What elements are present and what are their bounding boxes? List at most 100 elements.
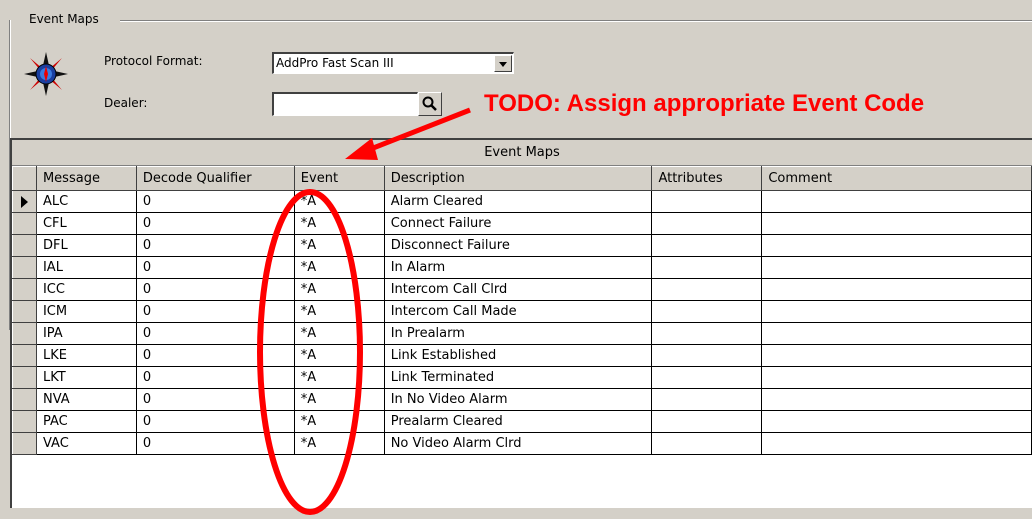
attributes-cell[interactable]: [651, 388, 763, 411]
event-cell[interactable]: *A: [294, 344, 385, 367]
row-indicator[interactable]: [12, 212, 37, 235]
description-cell[interactable]: In No Video Alarm: [384, 388, 653, 411]
comment-cell[interactable]: [761, 410, 1032, 433]
table-row[interactable]: DFL 0 *A Disconnect Failure: [12, 234, 1032, 257]
qualifier-cell[interactable]: 0: [136, 212, 295, 235]
attributes-cell[interactable]: [651, 234, 763, 257]
attributes-cell[interactable]: [651, 212, 763, 235]
column-header-comment[interactable]: Comment: [761, 166, 1032, 191]
event-cell[interactable]: *A: [294, 190, 385, 213]
attributes-cell[interactable]: [651, 278, 763, 301]
row-indicator[interactable]: [12, 190, 37, 213]
comment-cell[interactable]: [761, 322, 1032, 345]
row-indicator[interactable]: [12, 410, 37, 433]
comment-cell[interactable]: [761, 366, 1032, 389]
qualifier-cell[interactable]: 0: [136, 234, 295, 257]
column-header-attributes[interactable]: Attributes: [651, 166, 763, 191]
event-cell[interactable]: *A: [294, 278, 385, 301]
description-cell[interactable]: Disconnect Failure: [384, 234, 653, 257]
row-indicator[interactable]: [12, 322, 37, 345]
event-cell[interactable]: *A: [294, 256, 385, 279]
dealer-input[interactable]: [272, 92, 418, 116]
column-header-event[interactable]: Event: [293, 166, 385, 191]
comment-cell[interactable]: [761, 256, 1032, 279]
description-cell[interactable]: Intercom Call Made: [384, 300, 653, 323]
attributes-cell[interactable]: [651, 322, 763, 345]
comment-cell[interactable]: [761, 300, 1032, 323]
comment-cell[interactable]: [761, 432, 1032, 455]
event-cell[interactable]: *A: [294, 322, 385, 345]
qualifier-cell[interactable]: 0: [136, 344, 295, 367]
message-cell[interactable]: IAL: [36, 256, 137, 279]
table-row[interactable]: NVA 0 *A In No Video Alarm: [12, 388, 1032, 411]
message-cell[interactable]: CFL: [36, 212, 137, 235]
protocol-format-select[interactable]: AddPro Fast Scan III: [272, 52, 514, 74]
description-cell[interactable]: No Video Alarm Clrd: [384, 432, 653, 455]
event-cell[interactable]: *A: [294, 234, 385, 257]
event-maps-grid[interactable]: Event Maps Message Decode Qualifier Even…: [10, 138, 1032, 508]
table-row[interactable]: ICC 0 *A Intercom Call Clrd: [12, 278, 1032, 301]
column-header-decode-qualifier[interactable]: Decode Qualifier: [135, 166, 295, 191]
description-cell[interactable]: Alarm Cleared: [384, 190, 653, 213]
event-cell[interactable]: *A: [294, 300, 385, 323]
qualifier-cell[interactable]: 0: [136, 256, 295, 279]
event-cell[interactable]: *A: [294, 410, 385, 433]
message-cell[interactable]: ICC: [36, 278, 137, 301]
table-row[interactable]: CFL 0 *A Connect Failure: [12, 212, 1032, 235]
message-cell[interactable]: NVA: [36, 388, 137, 411]
message-cell[interactable]: IPA: [36, 322, 137, 345]
table-row[interactable]: IAL 0 *A In Alarm: [12, 256, 1032, 279]
description-cell[interactable]: In Prealarm: [384, 322, 653, 345]
event-cell[interactable]: *A: [294, 366, 385, 389]
qualifier-cell[interactable]: 0: [136, 322, 295, 345]
description-cell[interactable]: Prealarm Cleared: [384, 410, 653, 433]
row-indicator[interactable]: [12, 432, 37, 455]
table-row[interactable]: PAC 0 *A Prealarm Cleared: [12, 410, 1032, 433]
column-header-message[interactable]: Message: [35, 166, 137, 191]
attributes-cell[interactable]: [651, 410, 763, 433]
message-cell[interactable]: ICM: [36, 300, 137, 323]
table-row[interactable]: LKT 0 *A Link Terminated: [12, 366, 1032, 389]
message-cell[interactable]: LKT: [36, 366, 137, 389]
message-cell[interactable]: VAC: [36, 432, 137, 455]
message-cell[interactable]: ALC: [36, 190, 137, 213]
attributes-cell[interactable]: [651, 366, 763, 389]
row-indicator[interactable]: [12, 256, 37, 279]
message-cell[interactable]: LKE: [36, 344, 137, 367]
qualifier-cell[interactable]: 0: [136, 278, 295, 301]
attributes-cell[interactable]: [651, 190, 763, 213]
description-cell[interactable]: Connect Failure: [384, 212, 653, 235]
dealer-search-button[interactable]: [418, 92, 442, 116]
table-row[interactable]: VAC 0 *A No Video Alarm Clrd: [12, 432, 1032, 455]
table-row[interactable]: ICM 0 *A Intercom Call Made: [12, 300, 1032, 323]
comment-cell[interactable]: [761, 190, 1032, 213]
comment-cell[interactable]: [761, 278, 1032, 301]
event-cell[interactable]: *A: [294, 432, 385, 455]
message-cell[interactable]: DFL: [36, 234, 137, 257]
attributes-cell[interactable]: [651, 432, 763, 455]
attributes-cell[interactable]: [651, 344, 763, 367]
row-indicator[interactable]: [12, 278, 37, 301]
qualifier-cell[interactable]: 0: [136, 190, 295, 213]
comment-cell[interactable]: [761, 344, 1032, 367]
qualifier-cell[interactable]: 0: [136, 410, 295, 433]
row-indicator[interactable]: [12, 300, 37, 323]
qualifier-cell[interactable]: 0: [136, 388, 295, 411]
row-indicator[interactable]: [12, 388, 37, 411]
row-indicator[interactable]: [12, 344, 37, 367]
comment-cell[interactable]: [761, 388, 1032, 411]
table-row[interactable]: LKE 0 *A Link Established: [12, 344, 1032, 367]
row-indicator[interactable]: [12, 366, 37, 389]
attributes-cell[interactable]: [651, 300, 763, 323]
table-row[interactable]: ALC 0 *A Alarm Cleared: [12, 190, 1032, 213]
description-cell[interactable]: Intercom Call Clrd: [384, 278, 653, 301]
comment-cell[interactable]: [761, 212, 1032, 235]
qualifier-cell[interactable]: 0: [136, 432, 295, 455]
dropdown-button[interactable]: [494, 55, 512, 72]
event-cell[interactable]: *A: [294, 388, 385, 411]
qualifier-cell[interactable]: 0: [136, 366, 295, 389]
column-header-description[interactable]: Description: [383, 166, 653, 191]
row-indicator[interactable]: [12, 234, 37, 257]
comment-cell[interactable]: [761, 234, 1032, 257]
message-cell[interactable]: PAC: [36, 410, 137, 433]
